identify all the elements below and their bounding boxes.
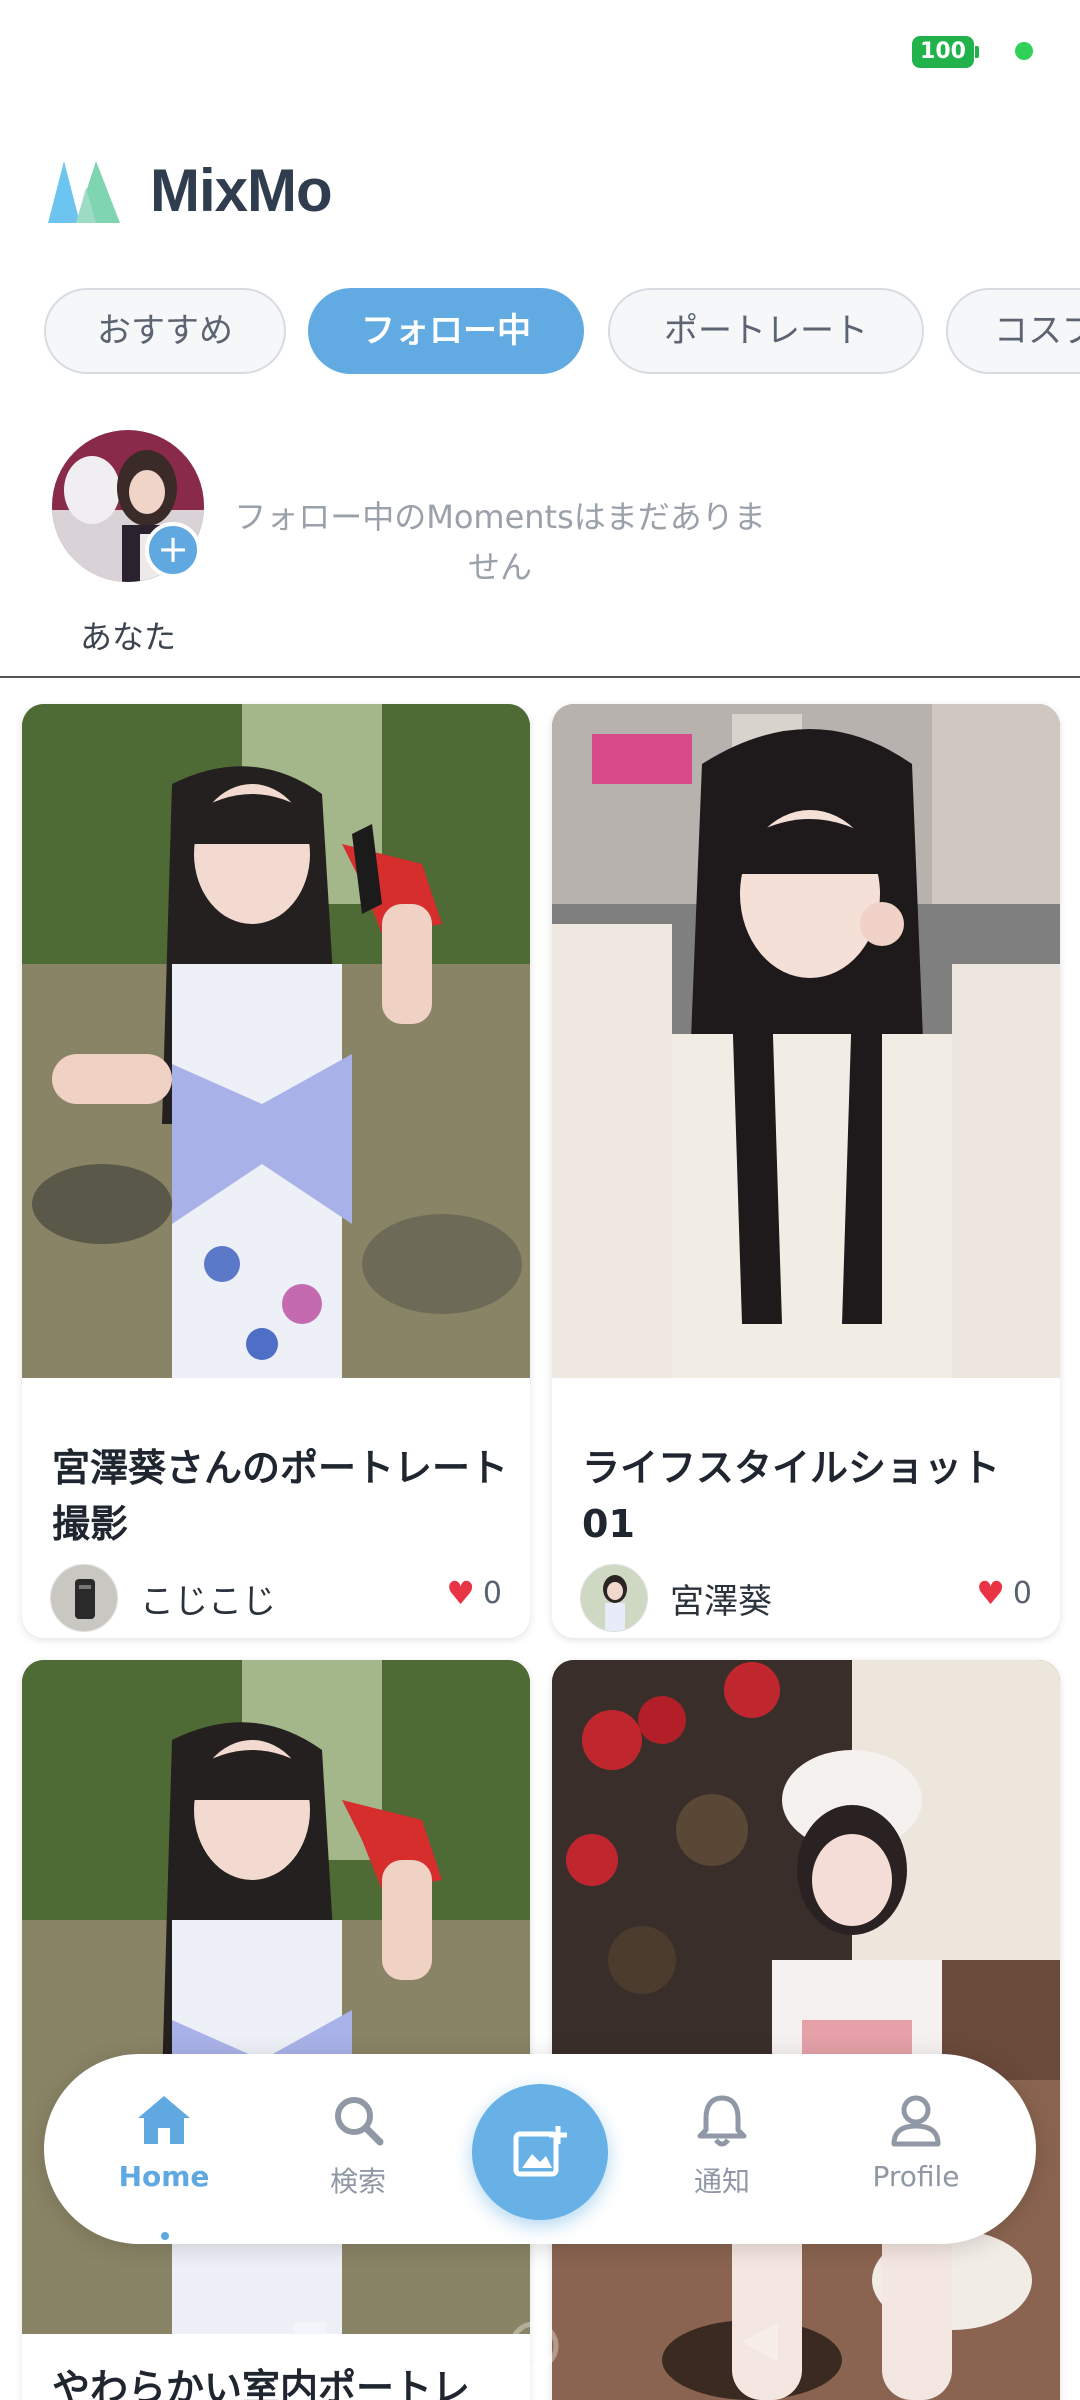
post-card[interactable]: ライフスタイルショット01 宮澤葵 ♥ 0 xyxy=(552,704,1060,1638)
category-tabs: おすすめ フォロー中 ポートレート コスプ xyxy=(44,288,1080,376)
heart-icon[interactable]: ♥ xyxy=(446,1574,475,1612)
tab-following[interactable]: フォロー中 xyxy=(308,288,584,374)
post-title[interactable]: ライフスタイルショット01 xyxy=(582,1440,1042,1552)
recent-apps-icon[interactable] xyxy=(290,2318,330,2362)
nav-profile[interactable]: Profile xyxy=(846,2092,986,2193)
post-card[interactable]: やわらかい室内ポートレ xyxy=(22,1660,530,2400)
post-author[interactable]: こじこじ xyxy=(50,1564,276,1632)
nav-home[interactable]: Home xyxy=(94,2092,234,2240)
post-author[interactable]: 宮澤葵 xyxy=(580,1564,772,1632)
tab-cosplay[interactable]: コスプ xyxy=(946,288,1080,374)
nav-notifications-label: 通知 xyxy=(693,2165,750,2198)
nav-notifications[interactable]: 通知 xyxy=(652,2092,792,2200)
create-post-button[interactable] xyxy=(472,2084,608,2220)
home-icon[interactable] xyxy=(134,2092,194,2148)
app-title: MixMo xyxy=(150,156,333,224)
tab-portrait[interactable]: ポートレート xyxy=(608,288,924,374)
author-name: こじこじ xyxy=(140,1581,276,1622)
post-photo[interactable] xyxy=(552,1660,1060,2400)
author-avatar[interactable] xyxy=(580,1564,648,1632)
post-photo[interactable] xyxy=(22,704,530,1378)
back-gesture-icon[interactable] xyxy=(738,2318,782,2370)
privacy-indicator-dot xyxy=(1015,42,1033,60)
bottom-navigation: Home 検索 通知 Profile xyxy=(44,2054,1036,2244)
moments-section: + あなた フォロー中のMomentsはまだありません xyxy=(0,420,1080,680)
moments-empty-message: フォロー中のMomentsはまだありません xyxy=(234,498,766,586)
like-count-value: 0 xyxy=(1012,1575,1032,1611)
post-card[interactable]: 宮澤葵さんのポートレート撮影 こじこじ ♥ 0 xyxy=(22,704,530,1638)
nav-profile-label: Profile xyxy=(872,2160,960,2193)
post-title[interactable]: やわらかい室内ポートレ xyxy=(52,2360,512,2400)
tab-recommended[interactable]: おすすめ xyxy=(44,288,286,374)
active-indicator-dot xyxy=(161,2232,169,2240)
battery-indicator: 100 xyxy=(912,36,979,68)
like-count-value: 0 xyxy=(482,1575,502,1611)
section-divider xyxy=(0,676,1080,678)
nav-home-label: Home xyxy=(118,2160,210,2193)
app-header: MixMo xyxy=(46,150,333,230)
add-moment-button[interactable]: + xyxy=(145,522,201,578)
post-card[interactable] xyxy=(552,1660,1060,2400)
post-title[interactable]: 宮澤葵さんのポートレート撮影 xyxy=(52,1440,512,1552)
user-icon[interactable] xyxy=(886,2092,946,2148)
search-icon[interactable] xyxy=(328,2092,388,2148)
my-moment-label: あなた xyxy=(79,618,176,656)
app-logo-icon xyxy=(48,161,120,223)
author-avatar[interactable] xyxy=(50,1564,118,1632)
post-photo[interactable] xyxy=(552,704,1060,1378)
like-count[interactable]: ♥ 0 xyxy=(446,1574,502,1612)
nav-search-label: 検索 xyxy=(329,2165,386,2198)
add-photo-icon[interactable] xyxy=(510,2122,570,2182)
status-bar: 100 xyxy=(0,0,1080,100)
bell-icon[interactable] xyxy=(692,2092,752,2148)
nav-search[interactable]: 検索 xyxy=(288,2092,428,2200)
like-count[interactable]: ♥ 0 xyxy=(976,1574,1032,1612)
author-name: 宮澤葵 xyxy=(670,1581,772,1622)
home-gesture-icon[interactable] xyxy=(506,2318,562,2378)
heart-icon[interactable]: ♥ xyxy=(976,1574,1005,1612)
